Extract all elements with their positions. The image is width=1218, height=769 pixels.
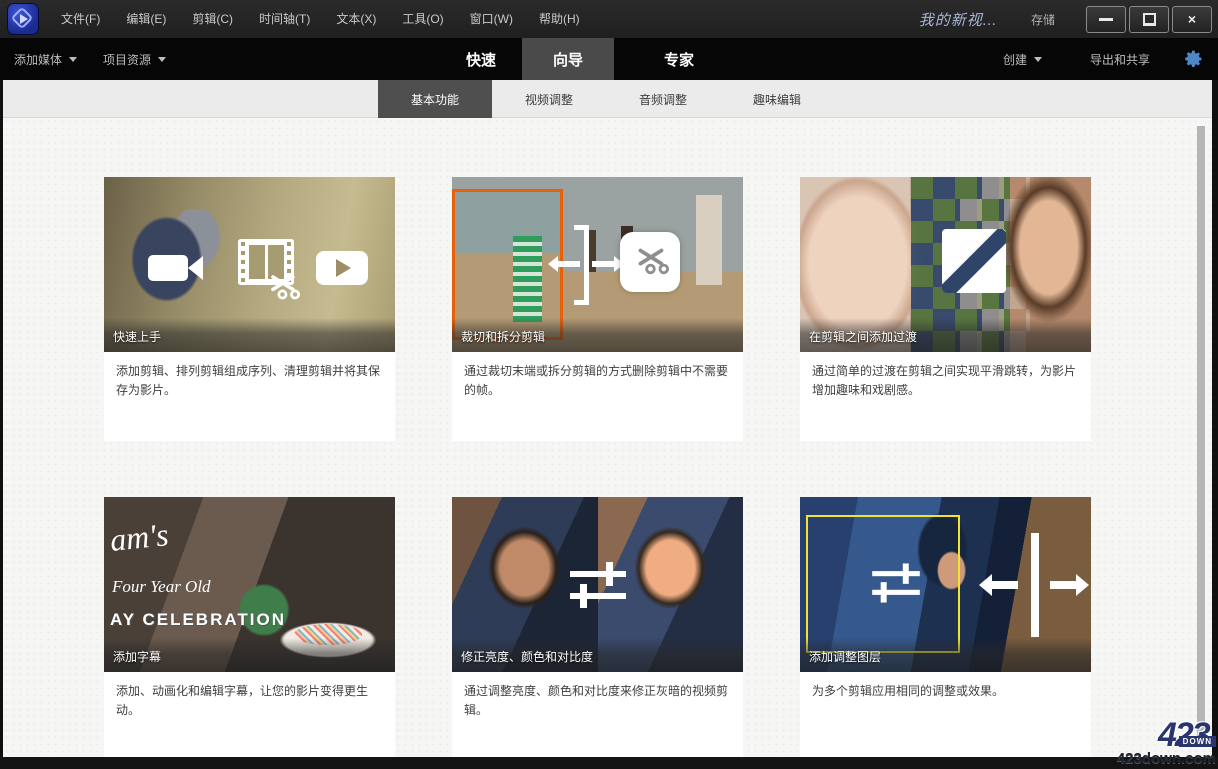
save-button[interactable]: 存储 xyxy=(1031,11,1055,28)
settings-gear-icon[interactable] xyxy=(1184,49,1204,69)
card-description: 添加剪辑、排列剪辑组成序列、清理剪辑并将其保存为影片。 xyxy=(104,352,395,441)
project-name: 我的新视... xyxy=(919,9,997,30)
project-assets-dropdown[interactable]: 项目资源 xyxy=(89,51,178,68)
card-title-strip: 添加字幕 xyxy=(104,638,395,672)
restore-icon xyxy=(1143,14,1156,25)
project-assets-label: 项目资源 xyxy=(103,51,151,68)
card-title-strip: 添加调整图层 xyxy=(800,638,1091,672)
card-title: 添加字幕 xyxy=(113,648,161,665)
card-description: 为多个剪辑应用相同的调整或效果。 xyxy=(800,672,1091,757)
guided-card-brightness-color[interactable]: 修正亮度、颜色和对比度 通过调整亮度、颜色和对比度来修正灰暗的视频剪辑。 xyxy=(452,497,743,757)
scissors-icon xyxy=(264,267,300,303)
minimize-button[interactable] xyxy=(1086,6,1126,33)
mode-tab-bar: 快速 向导 专家 xyxy=(440,38,722,80)
restore-button[interactable] xyxy=(1129,6,1169,33)
card-title: 在剪辑之间添加过渡 xyxy=(809,328,917,345)
card-description: 通过简单的过渡在剪辑之间实现平滑跳转，为影片增加趣味和戏剧感。 xyxy=(800,352,1091,441)
subtab-fun-edits[interactable]: 趣味编辑 xyxy=(720,80,834,118)
guided-card-adjustment-layer[interactable]: 添加调整图层 为多个剪辑应用相同的调整或效果。 xyxy=(800,497,1091,757)
video-camera-icon xyxy=(148,255,188,281)
watermark-logo: 423 DOWN 423down.com xyxy=(1094,722,1216,767)
card-title-strip: 在剪辑之间添加过渡 xyxy=(800,318,1091,352)
app-logo-icon xyxy=(8,4,38,34)
transition-icon xyxy=(942,229,1006,293)
add-media-label: 添加媒体 xyxy=(14,51,62,68)
tab-guided[interactable]: 向导 xyxy=(522,38,614,80)
card-title-strip: 裁切和拆分剪辑 xyxy=(452,318,743,352)
adjustment-sliders-icon xyxy=(570,555,626,615)
menu-text[interactable]: 文本(X) xyxy=(323,0,389,38)
add-media-dropdown[interactable]: 添加媒体 xyxy=(0,51,89,68)
vertical-scrollbar[interactable] xyxy=(1197,126,1205,742)
logo-play-icon xyxy=(20,14,28,24)
photo-caption-text: Four Year Old xyxy=(112,577,211,597)
tab-expert[interactable]: 专家 xyxy=(636,38,722,80)
close-button[interactable]: × xyxy=(1172,6,1212,33)
menu-file[interactable]: 文件(F) xyxy=(48,0,113,38)
guided-card-transitions[interactable]: 在剪辑之间添加过渡 通过简单的过渡在剪辑之间实现平滑跳转，为影片增加趣味和戏剧感… xyxy=(800,177,1091,441)
minimize-icon xyxy=(1099,18,1113,21)
card-title: 快速上手 xyxy=(113,328,161,345)
card-title-strip: 快速上手 xyxy=(104,318,395,352)
close-icon: × xyxy=(1188,12,1196,26)
menu-help[interactable]: 帮助(H) xyxy=(526,0,593,38)
guided-card-titles[interactable]: am's Four Year Old AY CELEBRATION 添加字幕 添… xyxy=(104,497,395,757)
menu-window[interactable]: 窗口(W) xyxy=(457,0,526,38)
card-title-strip: 修正亮度、颜色和对比度 xyxy=(452,638,743,672)
watermark-word: DOWN xyxy=(1179,736,1216,747)
subtab-audio-adjust[interactable]: 音频调整 xyxy=(606,80,720,118)
trim-handle-icon xyxy=(556,225,616,305)
photo-caption-text: AY CELEBRATION xyxy=(110,610,286,630)
card-photo: 在剪辑之间添加过渡 xyxy=(800,177,1091,352)
photo-caption-text: am's xyxy=(108,516,170,559)
extend-duration-icon xyxy=(986,533,1082,637)
guided-content-area: 快速上手 添加剪辑、排列剪辑组成序列、清理剪辑并将其保存为影片。 裁切和拆分剪辑… xyxy=(3,118,1212,757)
guided-card-get-started[interactable]: 快速上手 添加剪辑、排列剪辑组成序列、清理剪辑并将其保存为影片。 xyxy=(104,177,395,441)
menu-edit[interactable]: 编辑(E) xyxy=(113,0,179,38)
menu-timeline[interactable]: 时间轴(T) xyxy=(246,0,323,38)
scissors-icon xyxy=(631,240,669,278)
card-photo: 修正亮度、颜色和对比度 xyxy=(452,497,743,672)
card-description: 通过裁切末端或拆分剪辑的方式删除剪辑中不需要的帧。 xyxy=(452,352,743,441)
tab-quick[interactable]: 快速 xyxy=(440,38,522,80)
guided-subtab-bar: 基本功能 视频调整 音频调整 趣味编辑 xyxy=(3,80,1212,118)
card-title: 修正亮度、颜色和对比度 xyxy=(461,648,593,665)
menu-tools[interactable]: 工具(O) xyxy=(389,0,456,38)
menu-clip[interactable]: 剪辑(C) xyxy=(179,0,246,38)
chevron-down-icon xyxy=(158,57,166,62)
play-button-icon xyxy=(316,251,368,285)
card-title: 添加调整图层 xyxy=(809,648,881,665)
card-photo: 快速上手 xyxy=(104,177,395,352)
subtab-video-adjust[interactable]: 视频调整 xyxy=(492,80,606,118)
title-bar: 文件(F) 编辑(E) 剪辑(C) 时间轴(T) 文本(X) 工具(O) 窗口(… xyxy=(0,0,1218,38)
card-photo: 裁切和拆分剪辑 xyxy=(452,177,743,352)
chevron-down-icon xyxy=(1034,57,1042,62)
main-toolbar: 添加媒体 项目资源 快速 向导 专家 创建 导出和共享 xyxy=(0,38,1218,80)
card-title: 裁切和拆分剪辑 xyxy=(461,328,545,345)
adjustment-sliders-icon xyxy=(872,558,920,609)
subtab-basics[interactable]: 基本功能 xyxy=(378,80,492,118)
window-bottom-frame xyxy=(0,757,1218,769)
create-dropdown[interactable]: 创建 xyxy=(989,51,1054,68)
watermark-site: 423down.com xyxy=(1094,750,1216,767)
create-label: 创建 xyxy=(1003,51,1027,68)
card-description: 添加、动画化和编辑字幕，让您的影片变得更生动。 xyxy=(104,672,395,757)
chevron-down-icon xyxy=(69,57,77,62)
scissors-badge xyxy=(620,232,680,292)
card-photo: am's Four Year Old AY CELEBRATION 添加字幕 xyxy=(104,497,395,672)
export-share-button[interactable]: 导出和共享 xyxy=(1076,51,1162,68)
card-description: 通过调整亮度、颜色和对比度来修正灰暗的视频剪辑。 xyxy=(452,672,743,757)
guided-card-trim-split[interactable]: 裁切和拆分剪辑 通过裁切末端或拆分剪辑的方式删除剪辑中不需要的帧。 xyxy=(452,177,743,441)
card-photo: 添加调整图层 xyxy=(800,497,1091,672)
